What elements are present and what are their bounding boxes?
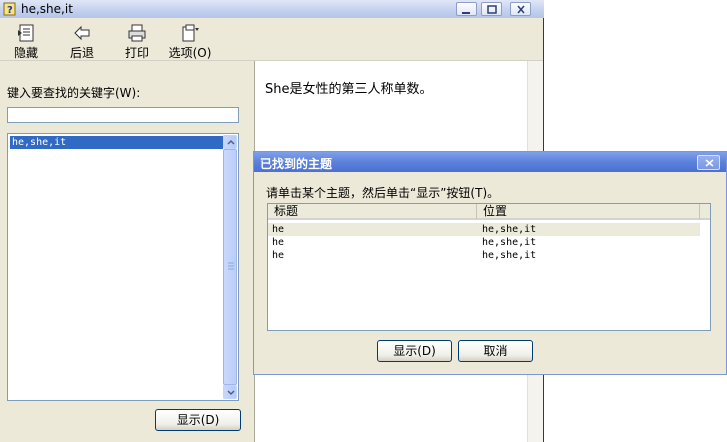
column-header-title[interactable]: 标题 <box>268 204 477 220</box>
scroll-up-button[interactable] <box>223 135 237 149</box>
row-title: he <box>272 237 285 248</box>
topic-text: She是女性的第三人称单数。 <box>265 82 433 97</box>
grip-icon <box>228 262 234 270</box>
row-location: he,she,it <box>482 224 537 235</box>
toolbar: 隐藏 后退 打印 选项(O) <box>0 18 543 61</box>
back-arrow-icon <box>74 25 90 41</box>
hide-button[interactable]: 隐藏 <box>6 20 46 60</box>
row-location: he,she,it <box>482 250 537 261</box>
dialog-instruction: 请单击某个主题，然后单击“显示”按钮(T)。 <box>266 186 500 200</box>
back-button[interactable]: 后退 <box>62 20 102 60</box>
window-title: he,she,it <box>21 2 73 16</box>
minimize-button[interactable] <box>456 2 477 16</box>
topic-list[interactable]: 标题 位置 he he,she,it he he,she,it he he,sh… <box>267 203 711 331</box>
table-row[interactable]: he he,she,it <box>268 223 700 236</box>
options-label: 选项(O) <box>168 46 212 60</box>
row-title: he <box>272 250 285 261</box>
printer-icon <box>128 24 146 42</box>
hide-label: 隐藏 <box>13 46 38 60</box>
maximize-icon <box>487 5 497 14</box>
close-button[interactable] <box>510 2 531 16</box>
column-header-location[interactable]: 位置 <box>477 204 700 220</box>
chevron-up-icon <box>227 139 235 145</box>
index-pane: 键入要查找的关键字(W): he,she,it 显示(D) <box>0 61 248 442</box>
options-button[interactable]: 选项(O) <box>165 20 215 60</box>
close-icon <box>705 159 714 167</box>
display-button[interactable]: 显示(D) <box>155 409 241 431</box>
minimize-icon <box>462 12 470 14</box>
keyword-label: 键入要查找的关键字(W): <box>7 86 141 100</box>
column-header-spacer <box>700 204 710 220</box>
keyword-input[interactable] <box>7 107 239 123</box>
maximize-button[interactable] <box>481 2 502 16</box>
row-title: he <box>272 224 285 235</box>
svg-text:?: ? <box>7 5 13 16</box>
dialog-close-button[interactable] <box>697 155 720 170</box>
hide-pane-icon <box>18 24 34 42</box>
print-label: 打印 <box>124 46 149 60</box>
print-button[interactable]: 打印 <box>117 20 157 60</box>
dialog-title: 已找到的主题 <box>260 157 333 171</box>
options-icon <box>182 24 199 42</box>
cancel-button[interactable]: 取消 <box>458 340 533 362</box>
topics-found-dialog: 已找到的主题 请单击某个主题，然后单击“显示”按钮(T)。 标题 位置 he h… <box>253 151 727 375</box>
chevron-down-icon <box>227 390 235 396</box>
scroll-thumb[interactable] <box>223 149 237 385</box>
back-label: 后退 <box>69 46 94 60</box>
keyword-list[interactable]: he,she,it <box>7 133 239 401</box>
row-location: he,she,it <box>482 237 537 248</box>
help-app-icon: ? <box>3 2 16 16</box>
scroll-down-button[interactable] <box>223 385 237 399</box>
list-item[interactable]: he,she,it <box>10 136 224 149</box>
keyword-list-scrollbar[interactable] <box>223 135 237 399</box>
dialog-display-button[interactable]: 显示(D) <box>377 340 452 362</box>
close-icon <box>517 5 525 14</box>
dialog-title-bar: 已找到的主题 <box>254 152 726 172</box>
table-row[interactable]: he he,she,it <box>268 236 700 249</box>
title-bar: ? he,she,it <box>0 0 544 18</box>
table-row[interactable]: he he,she,it <box>268 249 700 262</box>
